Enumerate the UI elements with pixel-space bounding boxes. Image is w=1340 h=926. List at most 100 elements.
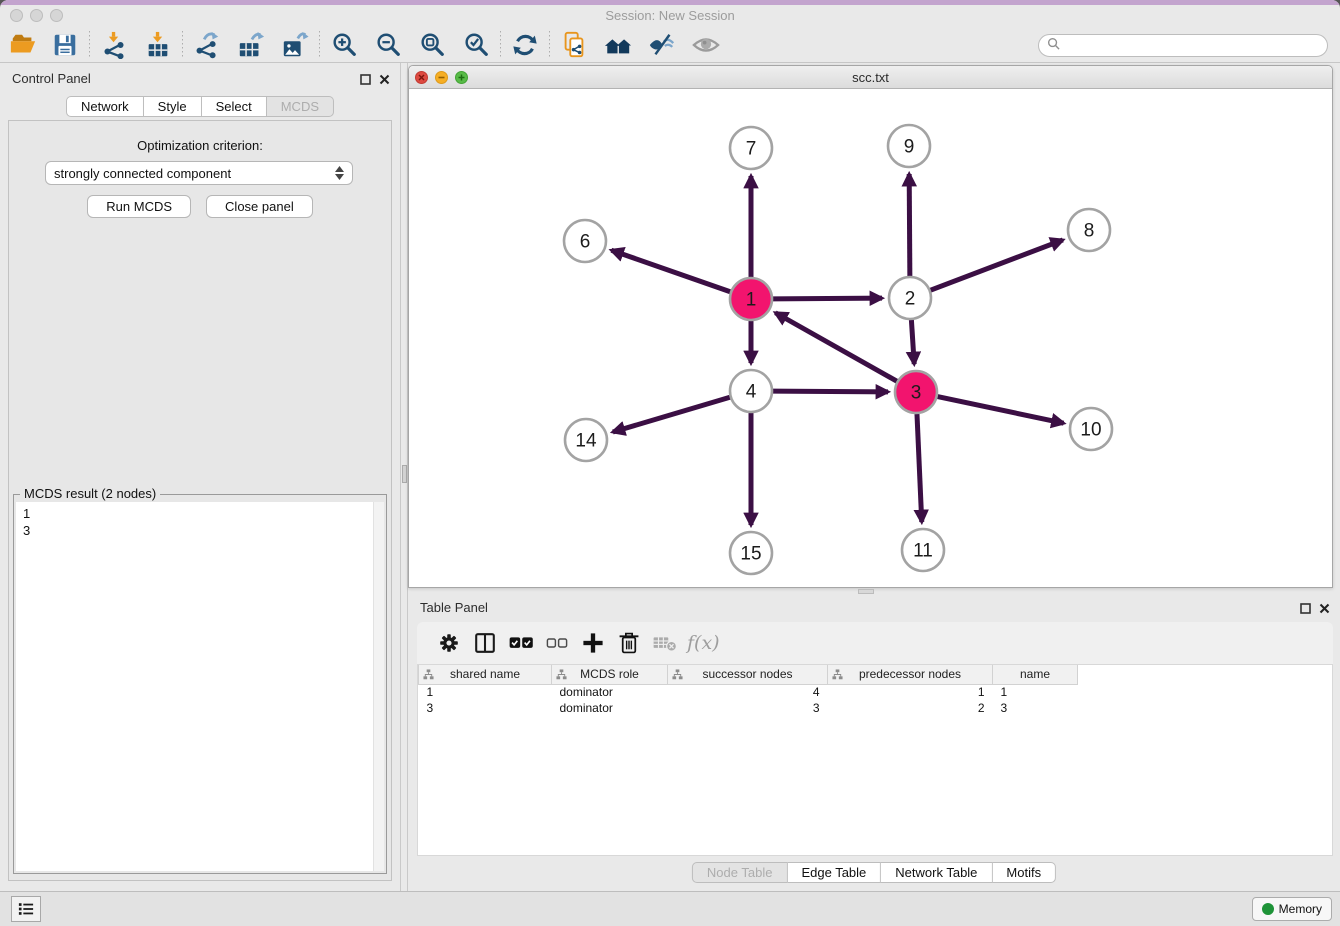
zoom-in-icon[interactable] [329,30,359,60]
network-view-window: scc.txt 7968124314101511 [408,65,1333,588]
zoom-selected-icon[interactable] [461,30,491,60]
close-panel-icon[interactable] [1319,601,1330,619]
memory-status-icon [1262,903,1274,915]
control-panel-tabs: NetworkStyleSelectMCDS [66,96,334,117]
zoom-fit-icon[interactable] [417,30,447,60]
mcds-result-group: MCDS result (2 nodes) 1 3 [13,494,387,874]
import-table-icon[interactable] [143,30,173,60]
open-file-icon[interactable] [8,30,38,60]
edge-3-1[interactable] [775,313,896,381]
delete-table-icon [647,627,683,659]
task-history-button[interactable] [11,896,41,922]
tab-network[interactable]: Network [66,96,144,117]
node-label-8: 8 [1084,221,1095,242]
cell-name[interactable]: 1 [993,684,1078,700]
table-row[interactable]: 1dominator411 [419,684,1078,700]
column-header-MCDS-role[interactable]: MCDS role [552,665,668,684]
node-label-4: 4 [746,382,757,403]
run-mcds-button[interactable]: Run MCDS [87,195,191,218]
divider-handle[interactable] [402,465,407,483]
node-label-7: 7 [746,139,757,160]
node-label-3: 3 [911,383,922,404]
select-all-rows-icon[interactable] [503,627,539,659]
export-network-icon[interactable] [192,30,222,60]
tab-style[interactable]: Style [144,96,202,117]
show-panels-icon[interactable] [691,30,721,60]
result-scrollbar[interactable] [373,502,384,871]
clone-network-icon[interactable] [559,30,589,60]
delete-column-icon[interactable] [611,627,647,659]
refresh-icon[interactable] [510,30,540,60]
tab-motifs[interactable]: Motifs [992,862,1056,883]
search-input[interactable] [1060,39,1327,53]
edge-4-14[interactable] [613,397,730,432]
home-icon[interactable] [603,30,633,60]
cell-MCDS-role[interactable]: dominator [552,684,668,700]
save-session-icon[interactable] [50,30,80,60]
node-table[interactable]: shared nameMCDS rolesuccessor nodesprede… [417,664,1333,856]
column-header-name[interactable]: name [993,665,1078,684]
status-bar: Memory [0,891,1340,926]
network-canvas[interactable]: 7968124314101511 [409,90,1332,587]
horizontal-split-divider[interactable] [408,588,1340,595]
divider-handle[interactable] [858,589,874,594]
network-window-titlebar[interactable]: scc.txt [409,66,1332,89]
node-label-6: 6 [580,232,591,253]
deselect-all-rows-icon[interactable] [539,627,575,659]
edge-1-6[interactable] [611,250,730,292]
close-panel-button[interactable]: Close panel [206,195,313,218]
toggle-panes-icon[interactable] [467,627,503,659]
cell-MCDS-role[interactable]: dominator [552,700,668,716]
tab-select[interactable]: Select [202,96,267,117]
cell-successor-nodes[interactable]: 4 [668,684,828,700]
tab-mcds[interactable]: MCDS [267,96,334,117]
cell-successor-nodes[interactable]: 3 [668,700,828,716]
edge-4-3[interactable] [773,391,888,392]
node-label-9: 9 [904,137,915,158]
node-label-1: 1 [746,290,757,311]
table-toolbar: f(x) [417,622,1333,664]
edge-2-3[interactable] [911,320,914,364]
table-row[interactable]: 3dominator323 [419,700,1078,716]
add-column-icon[interactable] [575,627,611,659]
main-titlebar: Session: New Session [0,5,1340,27]
edge-3-11[interactable] [917,414,922,522]
vertical-split-divider[interactable] [400,63,408,891]
column-header-shared-name[interactable]: shared name [419,665,552,684]
search-box[interactable] [1038,34,1328,57]
column-header-successor-nodes[interactable]: successor nodes [668,665,828,684]
close-panel-icon[interactable] [379,72,390,90]
node-label-10: 10 [1080,420,1101,441]
memory-button[interactable]: Memory [1252,897,1332,921]
cell-predecessor-nodes[interactable]: 1 [828,684,993,700]
cell-shared-name[interactable]: 1 [419,684,552,700]
node-label-15: 15 [740,544,761,565]
network-view-title: scc.txt [409,70,1332,85]
edge-1-2[interactable] [773,298,882,299]
export-table-icon[interactable] [236,30,266,60]
tab-network-table[interactable]: Network Table [881,862,992,883]
tab-node-table[interactable]: Node Table [692,862,788,883]
settings-gear-icon[interactable] [431,627,467,659]
node-label-2: 2 [905,289,916,310]
edge-2-8[interactable] [931,240,1063,290]
cell-shared-name[interactable]: 3 [419,700,552,716]
tab-edge-table[interactable]: Edge Table [787,862,881,883]
table-panel: Table Panel [408,595,1340,891]
zoom-out-icon[interactable] [373,30,403,60]
import-network-icon[interactable] [99,30,129,60]
criterion-select[interactable]: strongly connected component [45,161,353,185]
control-panel-title: Control Panel [12,71,91,86]
float-panel-icon[interactable] [1300,601,1311,619]
table-panel-title: Table Panel [420,600,488,615]
float-panel-icon[interactable] [360,72,371,90]
edge-2-9[interactable] [909,174,910,276]
hide-panels-icon[interactable] [647,30,677,60]
mcds-result-list[interactable]: 1 3 [16,502,384,871]
cell-name[interactable]: 3 [993,700,1078,716]
column-header-predecessor-nodes[interactable]: predecessor nodes [828,665,993,684]
edge-3-10[interactable] [938,397,1064,424]
export-image-icon[interactable] [280,30,310,60]
cell-predecessor-nodes[interactable]: 2 [828,700,993,716]
criterion-value: strongly connected component [54,166,231,181]
